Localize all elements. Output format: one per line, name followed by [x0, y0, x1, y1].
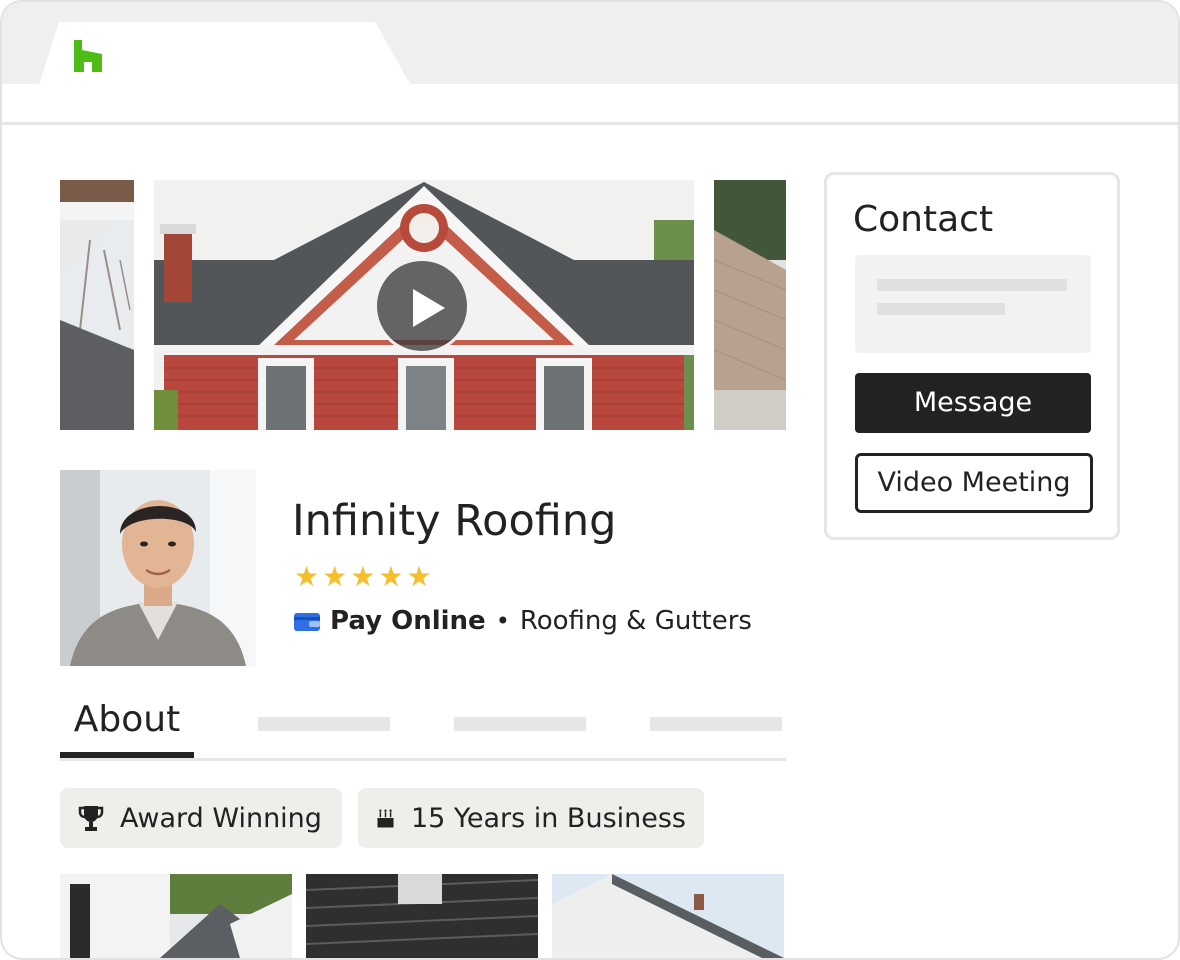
rating-stars: ★ ★ ★ ★ ★	[294, 562, 432, 592]
gallery-image-prev[interactable]	[60, 180, 134, 430]
gallery-image-next[interactable]	[714, 180, 786, 430]
category-label: Roofing & Gutters	[519, 606, 752, 636]
project-thumbnail[interactable]	[60, 874, 292, 958]
badge-label: Award Winning	[120, 802, 322, 834]
message-input[interactable]	[855, 255, 1091, 353]
cake-icon	[377, 809, 394, 828]
profile-tabs: About	[60, 692, 786, 761]
video-meeting-button[interactable]: Video Meeting	[855, 453, 1093, 513]
tab-about[interactable]: About	[60, 692, 194, 758]
badge-award-winning: Award Winning	[60, 788, 342, 848]
placeholder-line	[877, 279, 1067, 291]
browser-tab-bar	[2, 2, 1178, 84]
browser-frame: Infinity Roofing ★ ★ ★ ★ ★ Pay Online • …	[0, 0, 1180, 960]
star-icon: ★	[322, 560, 348, 593]
pay-online-label: Pay Online	[330, 606, 486, 636]
play-icon[interactable]	[374, 258, 470, 354]
business-name: Infinity Roofing	[292, 496, 617, 546]
houzz-logo-icon[interactable]	[72, 40, 104, 72]
tab-placeholder[interactable]	[258, 717, 390, 731]
contact-title: Contact	[853, 199, 994, 240]
star-icon: ★	[378, 560, 404, 593]
project-thumbnail[interactable]	[552, 874, 784, 958]
project-thumbnail[interactable]	[306, 874, 538, 958]
star-icon: ★	[406, 560, 432, 593]
trophy-icon	[78, 806, 104, 831]
business-meta: Pay Online • Roofing & Gutters	[294, 606, 752, 636]
separator: •	[495, 607, 510, 635]
star-icon: ★	[350, 560, 376, 593]
badge-years-in-business: 15 Years in Business	[358, 788, 704, 848]
tab-placeholder[interactable]	[454, 717, 586, 731]
badge-label: 15 Years in Business	[410, 802, 686, 834]
message-button[interactable]: Message	[855, 373, 1091, 433]
tab-placeholder[interactable]	[650, 717, 782, 731]
placeholder-line	[877, 303, 1005, 315]
wallet-icon	[294, 613, 320, 631]
star-icon: ★	[294, 560, 320, 593]
avatar	[60, 470, 256, 666]
contact-card: Contact Message Video Meeting	[824, 172, 1120, 540]
browser-toolbar	[2, 84, 1178, 125]
